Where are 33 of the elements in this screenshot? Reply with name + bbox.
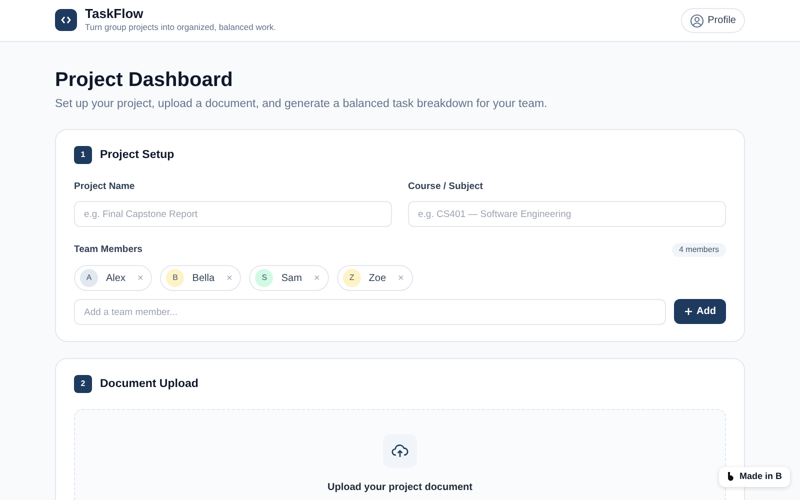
text-field[interactable]: e.g. CS401 — Software Engineering — [408, 201, 726, 227]
logo-icon — [727, 472, 736, 482]
step-number: 1 — [74, 146, 92, 164]
member-count: 4 members — [672, 243, 726, 258]
field-label: Project Name — [74, 180, 136, 194]
page-title: Project Dashboard — [55, 68, 234, 92]
member-avatar: A — [80, 269, 98, 288]
member-input[interactable]: Add a team member... — [74, 299, 666, 326]
upload-prompt: Upload your project document — [327, 481, 472, 496]
page-subtitle: Set up your project, upload a document, and generate a balanced task breakdown for your team. — [55, 97, 548, 112]
app-tagline: Turn group projects into organized, balanced work. — [85, 21, 276, 34]
made-in-badge[interactable]: Made in B — [719, 467, 790, 486]
member-name: Zoe — [368, 272, 386, 286]
drop-zone[interactable]: Upload your project document — [74, 409, 726, 500]
user-icon — [690, 14, 704, 28]
plus-icon — [684, 307, 693, 316]
profile-button[interactable]: Profile — [680, 8, 745, 33]
field-label: Course / Subject — [408, 180, 484, 194]
section-title: Project Setup — [100, 148, 174, 163]
step-number: 2 — [74, 375, 92, 394]
logo-icon — [55, 9, 77, 32]
member-avatar: B — [166, 269, 184, 288]
text-field[interactable]: e.g. Final Capstone Report — [74, 201, 392, 227]
member-avatar: Z — [342, 269, 361, 288]
member-name: Alex — [106, 272, 126, 286]
member-name: Bella — [192, 272, 215, 286]
member-name: Sam — [281, 272, 302, 286]
app-name: TaskFlow — [85, 6, 144, 22]
upload-cloud-icon — [383, 434, 417, 468]
add-button[interactable]: Add — [674, 299, 726, 324]
section-title: Document Upload — [100, 376, 198, 392]
member-avatar: S — [255, 269, 274, 288]
field-label: Team Members — [74, 243, 142, 257]
